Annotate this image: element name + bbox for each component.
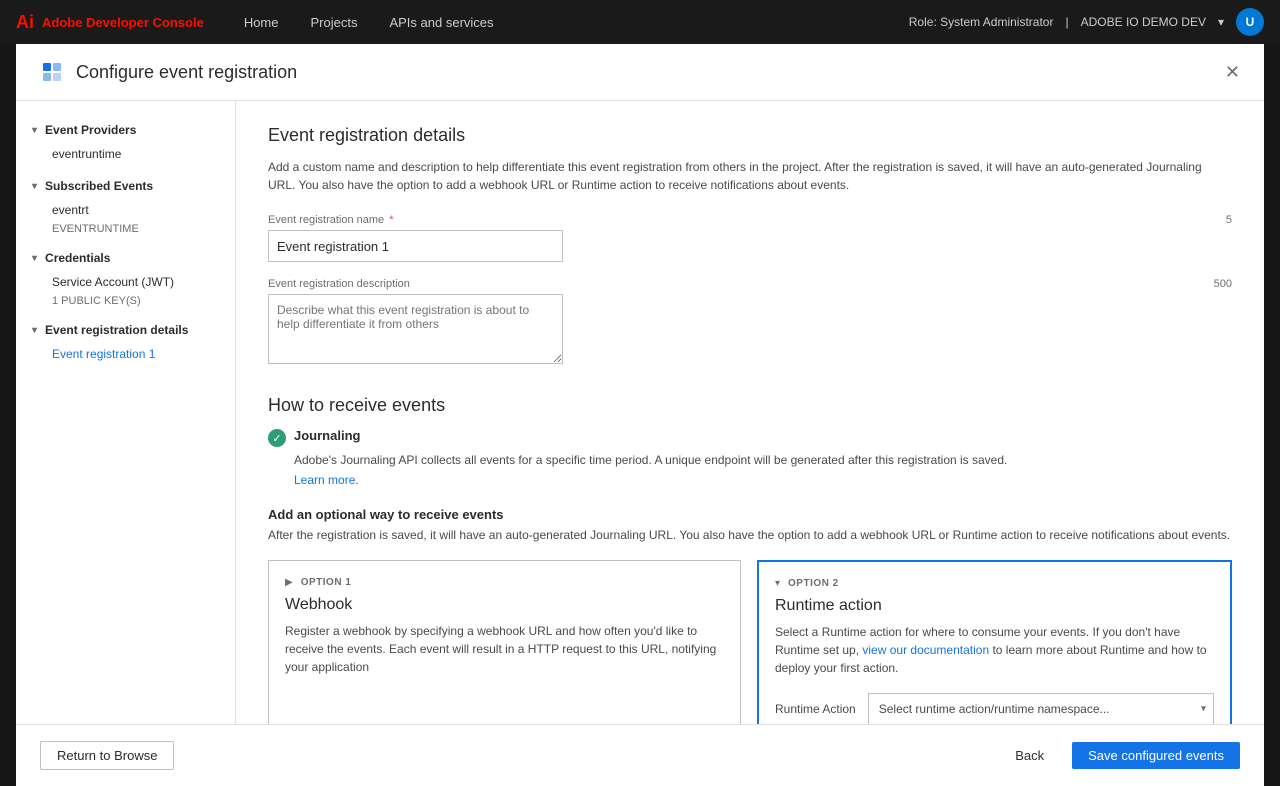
nav-apis[interactable]: APIs and services bbox=[373, 0, 509, 44]
sidebar-item-event-reg-1[interactable]: Event registration 1 bbox=[16, 343, 235, 365]
option1-label: OPTION 1 bbox=[301, 577, 352, 588]
sidebar-item-public-keys: 1 PUBLIC KEY(S) bbox=[16, 293, 235, 309]
optional-desc: After the registration is saved, it will… bbox=[268, 526, 1232, 544]
option-card-webhook: ▶ OPTION 1 Webhook Register a webhook by… bbox=[268, 560, 741, 724]
brand-name: Adobe Developer Console bbox=[42, 15, 204, 30]
sidebar-section-label: Event Providers bbox=[45, 123, 136, 137]
label-text: Event registration name * bbox=[268, 214, 394, 226]
nav-home[interactable]: Home bbox=[228, 0, 295, 44]
section-title-details: Event registration details bbox=[268, 125, 1232, 146]
option2-desc: Select a Runtime action for where to con… bbox=[775, 623, 1214, 677]
journaling-label: Journaling bbox=[294, 428, 360, 443]
nav-projects[interactable]: Projects bbox=[295, 0, 374, 44]
modal-header: Configure event registration ✕ bbox=[16, 44, 1264, 101]
form-label-name: Event registration name * 5 bbox=[268, 214, 1232, 226]
sidebar-header-event-providers[interactable]: ▾ Event Providers bbox=[16, 117, 235, 143]
sidebar-section-event-reg-details: ▾ Event registration details Event regis… bbox=[16, 317, 235, 365]
journaling-learn-more[interactable]: Learn more. bbox=[294, 473, 1232, 487]
role-label: Role: System Administrator bbox=[909, 15, 1054, 29]
runtime-doc-link[interactable]: view our documentation bbox=[862, 643, 989, 657]
optional-title: Add an optional way to receive events bbox=[268, 507, 1232, 522]
sidebar-header-subscribed-events[interactable]: ▾ Subscribed Events bbox=[16, 173, 235, 199]
org-label: ADOBE IO DEMO DEV bbox=[1081, 15, 1206, 29]
sidebar-item-eventrt[interactable]: eventrt bbox=[16, 199, 235, 221]
option2-label: OPTION 2 bbox=[788, 578, 839, 589]
modal-title: Configure event registration bbox=[76, 62, 297, 83]
brand-logo[interactable]: Ai Adobe Developer Console bbox=[16, 12, 204, 33]
top-navigation: Ai Adobe Developer Console Home Projects… bbox=[0, 0, 1280, 44]
configure-icon bbox=[40, 60, 64, 84]
modal-dialog: Configure event registration ✕ ▾ Event P… bbox=[16, 44, 1264, 786]
char-count-name: 5 bbox=[1226, 214, 1232, 226]
options-row: ▶ OPTION 1 Webhook Register a webhook by… bbox=[268, 560, 1232, 724]
close-button[interactable]: ✕ bbox=[1225, 63, 1240, 81]
sidebar-section-event-providers: ▾ Event Providers eventruntime bbox=[16, 117, 235, 165]
option2-header: ▾ OPTION 2 bbox=[775, 578, 1214, 589]
chevron-down-icon: ▾ bbox=[1218, 15, 1224, 29]
runtime-action-select[interactable]: Select runtime action/runtime namespace.… bbox=[868, 693, 1214, 724]
sidebar-item-service-account[interactable]: Service Account (JWT) bbox=[16, 271, 235, 293]
runtime-action-row: Runtime Action Select runtime action/run… bbox=[775, 693, 1214, 724]
sidebar-header-event-reg-details[interactable]: ▾ Event registration details bbox=[16, 317, 235, 343]
top-nav: Home Projects APIs and services bbox=[228, 0, 909, 44]
separator: | bbox=[1065, 15, 1068, 29]
option1-header: ▶ OPTION 1 bbox=[285, 577, 724, 588]
back-button[interactable]: Back bbox=[999, 742, 1060, 769]
registration-name-input[interactable] bbox=[268, 230, 563, 262]
option1-desc: Register a webhook by specifying a webho… bbox=[285, 622, 724, 676]
chevron-down-icon: ▾ bbox=[32, 125, 37, 136]
return-to-browse-button[interactable]: Return to Browse bbox=[40, 741, 174, 770]
journaling-desc: Adobe's Journaling API collects all even… bbox=[294, 451, 1232, 469]
modal-footer: Return to Browse Back Save configured ev… bbox=[16, 724, 1264, 786]
adobe-icon: Ai bbox=[16, 12, 34, 33]
sidebar: ▾ Event Providers eventruntime ▾ Subscri… bbox=[16, 101, 236, 724]
option-card-runtime: ▾ OPTION 2 Runtime action Select a Runti… bbox=[757, 560, 1232, 724]
form-label-desc: Event registration description 500 bbox=[268, 278, 1232, 290]
char-count-desc: 500 bbox=[1214, 278, 1232, 290]
sidebar-section-credentials: ▾ Credentials Service Account (JWT) 1 PU… bbox=[16, 245, 235, 309]
modal-body: ▾ Event Providers eventruntime ▾ Subscri… bbox=[16, 101, 1264, 724]
chevron-down-icon: ▾ bbox=[32, 253, 37, 264]
sidebar-item-eventruntime[interactable]: eventruntime bbox=[16, 143, 235, 165]
option2-title: Runtime action bbox=[775, 597, 1214, 615]
journaling-row: ✓ Journaling bbox=[268, 428, 1232, 447]
chevron-down-icon: ▾ bbox=[32, 181, 37, 192]
sidebar-section-label: Credentials bbox=[45, 251, 110, 265]
topbar-right: Role: System Administrator | ADOBE IO DE… bbox=[909, 8, 1264, 36]
how-receive-section: How to receive events ✓ Journaling Adobe… bbox=[268, 395, 1232, 724]
form-row-desc: Event registration description 500 bbox=[268, 278, 1232, 367]
save-configured-events-button[interactable]: Save configured events bbox=[1072, 742, 1240, 769]
check-icon: ✓ bbox=[268, 429, 286, 447]
sidebar-section-label: Subscribed Events bbox=[45, 179, 153, 193]
chevron-down-icon: ▾ bbox=[775, 578, 780, 589]
sidebar-header-credentials[interactable]: ▾ Credentials bbox=[16, 245, 235, 271]
option1-title: Webhook bbox=[285, 596, 724, 614]
sidebar-section-label: Event registration details bbox=[45, 323, 188, 337]
how-receive-title: How to receive events bbox=[268, 395, 1232, 416]
sidebar-item-eventruntime-sub: EVENTRUNTIME bbox=[16, 221, 235, 237]
avatar[interactable]: U bbox=[1236, 8, 1264, 36]
main-content: Event registration details Add a custom … bbox=[236, 101, 1264, 724]
details-description: Add a custom name and description to hel… bbox=[268, 158, 1232, 194]
chevron-right-icon: ▶ bbox=[285, 577, 293, 588]
runtime-action-label: Runtime Action bbox=[775, 702, 856, 716]
sidebar-section-subscribed-events: ▾ Subscribed Events eventrt EVENTRUNTIME bbox=[16, 173, 235, 237]
modal-overlay: Configure event registration ✕ ▾ Event P… bbox=[0, 44, 1280, 786]
required-indicator: * bbox=[389, 214, 393, 226]
registration-desc-textarea[interactable] bbox=[268, 294, 563, 364]
optional-section: Add an optional way to receive events Af… bbox=[268, 507, 1232, 724]
runtime-select-wrapper: Select runtime action/runtime namespace.… bbox=[868, 693, 1214, 724]
footer-right: Back Save configured events bbox=[999, 742, 1240, 769]
form-row-name: Event registration name * 5 bbox=[268, 214, 1232, 262]
chevron-down-icon: ▾ bbox=[32, 325, 37, 336]
